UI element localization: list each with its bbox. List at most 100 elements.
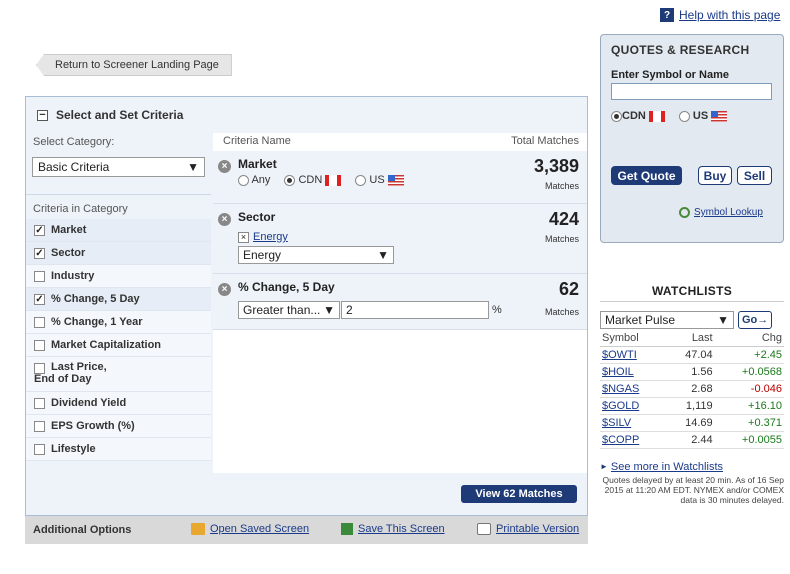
radio-icon[interactable]: [355, 174, 367, 186]
sector-chip[interactable]: × Energy: [238, 231, 288, 243]
open-saved-screen[interactable]: Open Saved Screen: [191, 523, 309, 535]
symbol-lookup-link[interactable]: Symbol Lookup: [694, 207, 763, 218]
checkbox-icon[interactable]: ✓: [34, 224, 45, 236]
category-list: ✓ Market ✓ Sector Industry ✓ % Change, 5 Da…: [26, 219, 211, 461]
table-row: $OWTI 47.04 +2.45: [600, 346, 784, 364]
checkbox-icon[interactable]: ✓: [34, 293, 45, 305]
remove-icon[interactable]: ×: [218, 213, 231, 226]
checkbox-icon[interactable]: [34, 420, 45, 432]
symbol-link[interactable]: $GOLD: [602, 400, 639, 412]
radio-icon[interactable]: [284, 174, 296, 186]
market-any-option[interactable]: Any: [238, 174, 270, 186]
save-this-screen-link[interactable]: Save This Screen: [358, 523, 445, 535]
buy-button[interactable]: Buy: [698, 166, 732, 185]
checkbox-icon[interactable]: [34, 443, 45, 455]
printable-version-link[interactable]: Printable Version: [496, 523, 579, 535]
radio-icon[interactable]: [611, 110, 622, 122]
go-button[interactable]: Go →: [738, 311, 773, 329]
criteria-row-change-5-day: × % Change, 5 Day Greater than... ▼ 2 % …: [213, 274, 587, 330]
see-more-watchlists[interactable]: ► See more in Watchlists: [600, 461, 784, 473]
view-matches-button[interactable]: View 62 Matches: [461, 485, 577, 503]
checkbox-icon[interactable]: [34, 397, 45, 409]
sector-chip-link[interactable]: Energy: [253, 231, 288, 243]
sector-select-value: Energy: [243, 248, 282, 262]
table-row: $NGAS 2.68 -0.046: [600, 380, 784, 398]
table-row: $COPP 2.44 +0.0055: [600, 431, 784, 449]
category-item-eps-growth[interactable]: EPS Growth (%): [26, 415, 211, 438]
return-to-landing-button[interactable]: Return to Screener Landing Page: [36, 54, 232, 76]
last-value: 14.69: [664, 414, 715, 432]
category-label: Dividend Yield: [51, 397, 127, 409]
remove-icon[interactable]: ×: [218, 160, 231, 173]
symbol-link[interactable]: $COPP: [602, 434, 639, 446]
open-saved-screen-link[interactable]: Open Saved Screen: [210, 523, 309, 535]
criteria-name: Market: [238, 157, 277, 171]
watchlists-title: WATCHLISTS: [600, 280, 784, 302]
category-label: Lifestyle: [51, 443, 96, 455]
return-label: Return to Screener Landing Page: [55, 59, 219, 71]
panel-header[interactable]: − Select and Set Criteria: [26, 97, 587, 133]
checkbox-icon[interactable]: [34, 339, 45, 351]
change-value: 2: [346, 303, 353, 317]
get-quote-button[interactable]: Get Quote: [611, 166, 682, 185]
column-header: Chg: [714, 331, 784, 347]
category-item-dividend-yield[interactable]: Dividend Yield: [26, 392, 211, 415]
criteria-name-header: Criteria Name: [223, 135, 291, 147]
dropdown-arrow-icon: ▼: [323, 303, 335, 317]
comparison-select-value: Greater than...: [243, 303, 321, 317]
save-this-screen[interactable]: Save This Screen: [341, 523, 445, 535]
change-value: +2.45: [714, 346, 784, 364]
category-item-change-1-year[interactable]: % Change, 1 Year: [26, 311, 211, 334]
collapse-icon[interactable]: −: [37, 109, 48, 121]
sell-button[interactable]: Sell: [737, 166, 772, 185]
match-count: 62: [558, 279, 579, 299]
change-value-input[interactable]: 2: [341, 301, 489, 319]
symbol-link[interactable]: $SILV: [602, 417, 631, 429]
category-item-lifestyle[interactable]: Lifestyle: [26, 438, 211, 461]
symbol-lookup[interactable]: Symbol Lookup: [679, 207, 763, 218]
checkbox-icon[interactable]: ✓: [34, 247, 45, 259]
table-row: $HOIL 1.56 +0.0568: [600, 363, 784, 381]
last-value: 47.04: [664, 346, 715, 364]
symbol-input[interactable]: [611, 83, 772, 100]
symbol-link[interactable]: $OWTI: [602, 349, 637, 361]
printable-version[interactable]: Printable Version: [477, 523, 579, 535]
category-item-market-cap[interactable]: Market Capitalization: [26, 334, 211, 357]
comparison-select[interactable]: Greater than... ▼: [238, 301, 340, 319]
matches-label: Matches: [544, 181, 579, 191]
quote-us-option[interactable]: US: [678, 110, 728, 122]
category-item-market[interactable]: ✓ Market: [26, 219, 211, 242]
category-item-change-5-day[interactable]: ✓ % Change, 5 Day: [26, 288, 211, 311]
match-count: 424: [548, 209, 579, 229]
quote-cdn-option[interactable]: CDN: [611, 110, 665, 122]
market-cdn-option[interactable]: CDN: [284, 174, 342, 186]
dropdown-arrow-icon: ▼: [377, 248, 389, 262]
quotes-research-panel: QUOTES & RESEARCH Enter Symbol or Name C…: [600, 34, 784, 243]
canada-flag-icon: [325, 174, 342, 186]
printer-icon: [477, 523, 491, 535]
change-value: +0.0568: [714, 363, 784, 381]
category-select[interactable]: Basic Criteria ▼: [32, 157, 205, 177]
category-item-sector[interactable]: ✓ Sector: [26, 242, 211, 265]
market-us-option[interactable]: US: [355, 174, 404, 186]
remove-chip-icon[interactable]: ×: [238, 231, 249, 243]
remove-icon[interactable]: ×: [218, 283, 231, 296]
help-link-area[interactable]: ? Help with this page: [660, 8, 780, 22]
symbol-link[interactable]: $HOIL: [602, 366, 634, 378]
checkbox-icon[interactable]: [34, 316, 45, 328]
checkbox-icon[interactable]: [34, 270, 45, 282]
dropdown-arrow-icon: ▼: [717, 313, 729, 327]
help-link[interactable]: Help with this page: [679, 8, 780, 22]
criteria-header: Criteria Name Total Matches: [213, 135, 587, 149]
symbol-link[interactable]: $NGAS: [602, 383, 639, 395]
sector-select[interactable]: Energy ▼: [238, 246, 394, 264]
us-flag-icon: [711, 110, 728, 122]
watchlist-select[interactable]: Market Pulse ▼: [600, 311, 734, 329]
see-more-link[interactable]: See more in Watchlists: [611, 461, 723, 473]
category-item-industry[interactable]: Industry: [26, 265, 211, 288]
category-label: Market Capitalization: [51, 339, 162, 351]
radio-icon[interactable]: [678, 110, 690, 122]
category-item-last-price[interactable]: Last Price, End of Day: [26, 357, 211, 392]
last-value: 2.68: [664, 380, 715, 398]
radio-icon[interactable]: [238, 174, 249, 186]
